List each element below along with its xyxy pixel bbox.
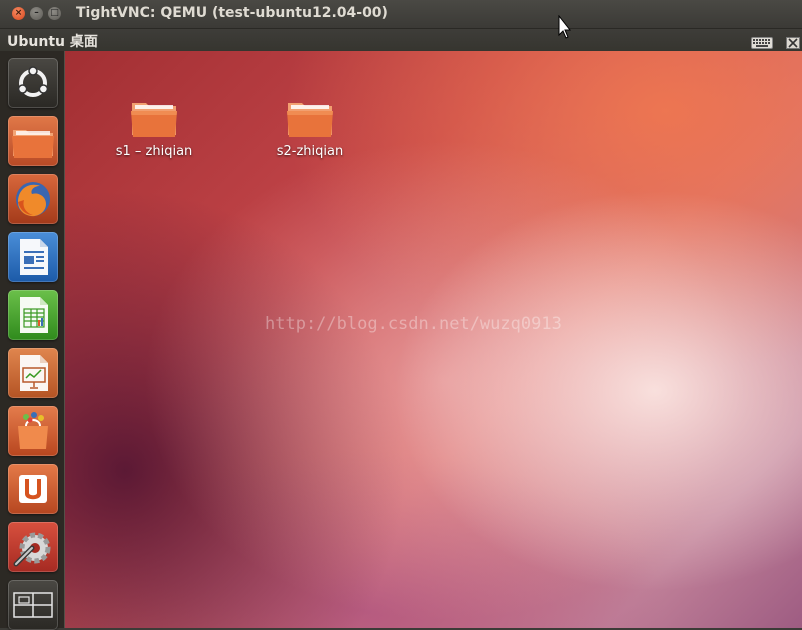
window-maximize-button[interactable]: □ xyxy=(48,7,61,20)
launcher-item-system-settings[interactable] xyxy=(8,522,58,572)
firefox-icon xyxy=(16,182,50,217)
workspaces-icon xyxy=(13,592,53,618)
launcher-item-software-center[interactable] xyxy=(8,406,58,456)
settings-icon xyxy=(13,532,51,567)
launcher-item-firefox[interactable] xyxy=(8,174,58,224)
window-titlebar[interactable]: × – □ TightVNC: QEMU (test-ubuntu12.04-0… xyxy=(0,0,802,29)
launcher-item-libreoffice-writer[interactable] xyxy=(8,232,58,282)
ubuntu-logo-icon xyxy=(17,66,49,97)
folder-icon xyxy=(131,103,177,137)
window-title: TightVNC: QEMU (test-ubuntu12.04-00) xyxy=(76,5,388,21)
calc-icon xyxy=(20,297,48,333)
ubuntu-one-icon xyxy=(19,475,47,503)
mouse-pointer-icon xyxy=(558,14,572,51)
launcher-item-home-folder[interactable] xyxy=(8,116,58,166)
desktop-icon-label: s1 – zhiqian xyxy=(115,144,193,159)
watermark-text: http://blog.csdn.net/wuzq0913 xyxy=(265,314,562,334)
launcher-item-libreoffice-impress[interactable] xyxy=(8,348,58,398)
writer-icon xyxy=(20,239,48,275)
top-panel: Ubuntu 桌面 xyxy=(0,29,802,51)
launcher-item-workspace-switcher[interactable] xyxy=(8,580,58,630)
impress-icon xyxy=(20,355,48,391)
launcher-item-dash-home[interactable] xyxy=(8,58,58,108)
folder-icon xyxy=(12,130,54,158)
desktop-icon-label: s2-zhiqian xyxy=(276,144,344,159)
desktop-icon-s1-zhiqian[interactable]: s1 – zhiqian xyxy=(104,99,204,159)
keyboard-icon[interactable] xyxy=(751,34,773,49)
panel-title: Ubuntu 桌面 xyxy=(7,34,98,50)
close-icon[interactable] xyxy=(786,34,800,49)
desktop-icon-s2-zhiqian[interactable]: s2-zhiqian xyxy=(260,99,360,159)
window-close-button[interactable]: × xyxy=(12,7,25,20)
launcher xyxy=(0,51,65,630)
folder-icon xyxy=(287,103,333,137)
desktop: s1 – zhiqian s2-zhiqian http://blog.csdn… xyxy=(65,51,802,628)
launcher-item-libreoffice-calc[interactable] xyxy=(8,290,58,340)
shopping-bag-icon xyxy=(18,412,48,449)
window-minimize-button[interactable]: – xyxy=(30,7,43,20)
launcher-item-ubuntu-one[interactable] xyxy=(8,464,58,514)
